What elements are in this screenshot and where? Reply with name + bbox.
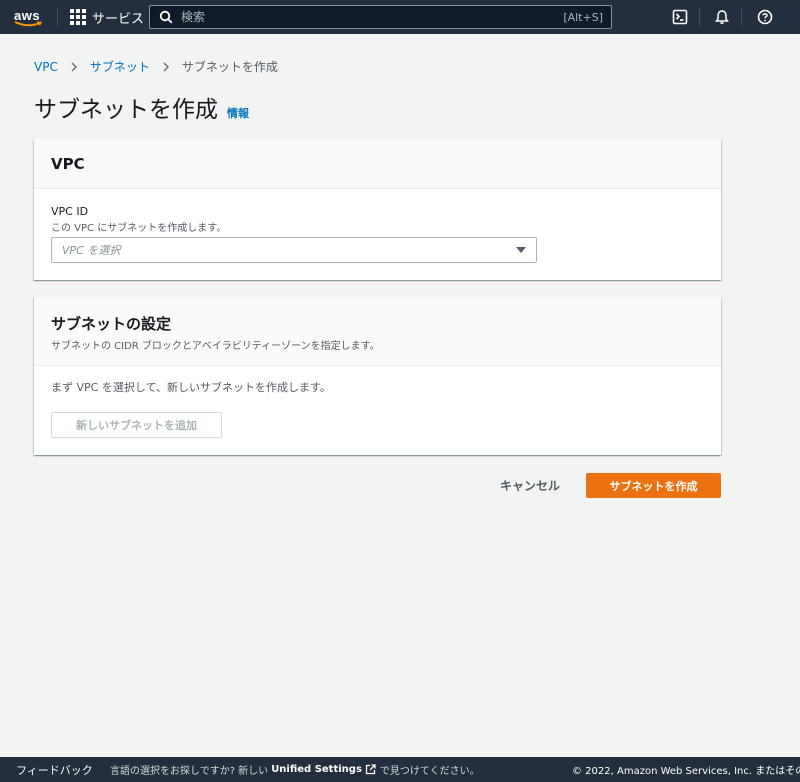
aws-logo[interactable]: aws (14, 5, 46, 29)
language-notice-prefix: 言語の選択をお探しですか? 新しい (110, 766, 269, 777)
services-menu-button[interactable]: サービス (70, 0, 144, 34)
help-icon (757, 9, 773, 25)
vpc-section-title: VPC (51, 154, 85, 173)
search-box[interactable]: [Alt+S] (149, 5, 612, 29)
vpc-select-placeholder: VPC を選択 (62, 244, 121, 257)
vpc-id-label: VPC ID (51, 205, 89, 218)
vpc-id-description: この VPC にサブネットを作成します。 (51, 223, 227, 234)
breadcrumb-current: サブネットを作成 (181, 60, 278, 74)
aws-smile-icon (14, 21, 42, 27)
vpc-container: VPC VPC ID この VPC にサブネットを作成します。 VPC を選択 (34, 139, 721, 280)
page-title: サブネットを作成 (34, 97, 218, 123)
search-input[interactable] (173, 6, 564, 28)
subnet-settings-description: サブネットの CIDR ブロックとアベイラビリティーゾーンを指定します。 (51, 341, 380, 352)
feedback-link[interactable]: フィードバック (16, 762, 93, 778)
subnet-settings-title: サブネットの設定 (51, 315, 172, 333)
notifications-button[interactable] (713, 8, 731, 26)
nav-divider (57, 8, 58, 26)
chevron-right-icon (163, 61, 169, 72)
breadcrumb: VPC サブネット サブネットを作成 (34, 58, 278, 75)
page-header: サブネットを作成 情報 (34, 90, 249, 124)
add-new-subnet-button[interactable]: 新しいサブネットを追加 (51, 412, 222, 438)
caret-down-icon (516, 247, 526, 253)
cancel-button[interactable]: キャンセル (486, 473, 574, 497)
language-notice-suffix: で見つけてください。 (379, 766, 480, 777)
nav-divider (699, 8, 700, 26)
breadcrumb-link-subnets[interactable]: サブネット (90, 58, 150, 75)
copyright-text: © 2022, Amazon Web Services, Inc. またはその関 (572, 766, 800, 777)
subnet-settings-header: サブネットの設定 サブネットの CIDR ブロックとアベイラビリティーゾーンを指… (34, 297, 721, 366)
create-subnet-button[interactable]: サブネットを作成 (586, 473, 721, 498)
subnet-settings-container: サブネットの設定 サブネットの CIDR ブロックとアベイラビリティーゾーンを指… (34, 297, 721, 455)
cloudshell-icon (672, 9, 688, 25)
info-link[interactable]: 情報 (227, 105, 249, 121)
top-navigation: aws サービス [Alt+S] (0, 0, 800, 34)
chevron-right-icon (71, 61, 77, 72)
services-label: サービス (92, 11, 145, 27)
nav-divider (741, 8, 742, 26)
services-grid-icon (70, 9, 86, 25)
notifications-bell-icon (715, 10, 729, 24)
search-icon (159, 10, 173, 24)
external-link-icon[interactable] (365, 764, 376, 775)
help-button[interactable] (756, 8, 774, 26)
footer: フィードバック 言語の選択をお探しですか? 新しい Unified Settin… (0, 757, 800, 782)
unified-settings-link[interactable]: Unified Settings (271, 764, 362, 775)
subnet-empty-message: まず VPC を選択して、新しいサブネットを作成します。 (51, 381, 331, 394)
vpc-select[interactable]: VPC を選択 (51, 237, 537, 263)
breadcrumb-link-vpc[interactable]: VPC (34, 60, 58, 74)
cloudshell-button[interactable] (671, 8, 689, 26)
search-shortcut: [Alt+S] (563, 10, 603, 24)
language-notice: 言語の選択をお探しですか? 新しい Unified Settings で見つけて… (110, 762, 480, 777)
vpc-container-header: VPC (34, 139, 721, 189)
